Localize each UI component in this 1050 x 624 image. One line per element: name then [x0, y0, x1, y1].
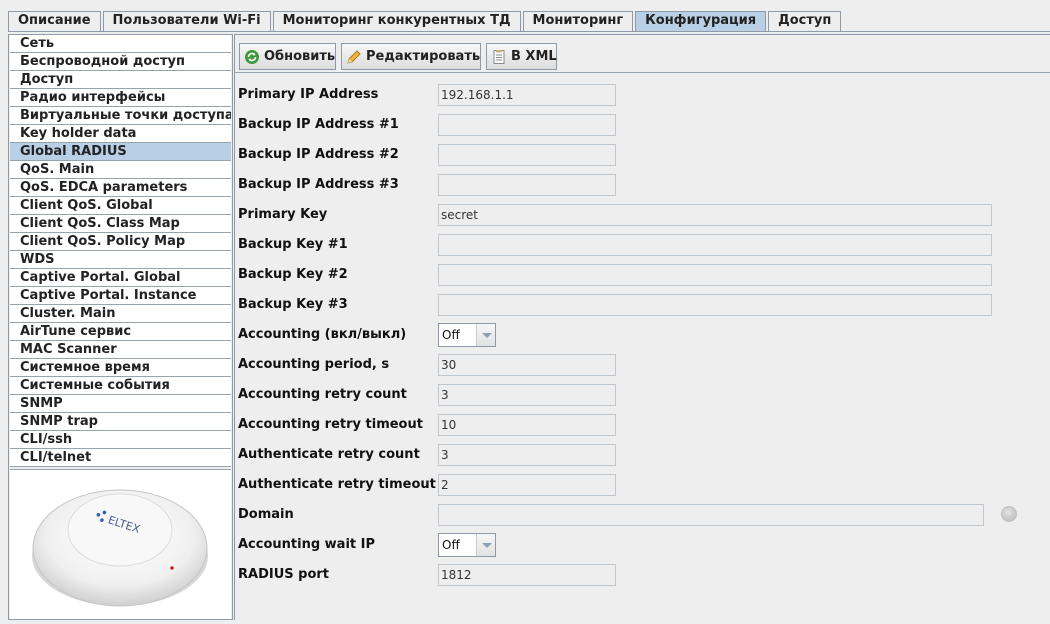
accounting-wait-ip-select[interactable]: Off [438, 533, 496, 557]
tab-wifi-users[interactable]: Пользователи Wi-Fi [102, 11, 271, 31]
sidebar-item-8[interactable]: QoS. EDCA parameters [10, 179, 231, 197]
primary-ip-label: Primary IP Address [238, 87, 379, 102]
sidebar-nav-list: Сеть Беспроводной доступ Доступ Радио интер… [9, 35, 232, 467]
sidebar: Сеть Беспроводной доступ Доступ Радио интер… [8, 34, 233, 620]
backup-key-2-label: Backup Key #2 [238, 267, 348, 282]
accounting-select[interactable]: Off [438, 323, 496, 347]
refresh-button-label: Обновить [264, 49, 336, 64]
sidebar-item-15[interactable]: Cluster. Main [10, 305, 231, 323]
tab-description[interactable]: Описание [8, 11, 101, 31]
sidebar-item-12[interactable]: WDS [10, 251, 231, 269]
sidebar-item-19[interactable]: Системные события [10, 377, 231, 395]
domain-field[interactable] [438, 504, 984, 526]
sidebar-item-9[interactable]: Client QoS. Global [10, 197, 231, 215]
sidebar-item-22[interactable]: CLI/ssh [10, 431, 231, 449]
sidebar-item-5[interactable]: Key holder data [10, 125, 231, 143]
radius-port-field[interactable] [438, 564, 616, 586]
sidebar-item-1[interactable]: Беспроводной доступ [10, 53, 231, 71]
accounting-period-label: Accounting period, s [238, 357, 390, 372]
accounting-retry-count-field[interactable] [438, 384, 616, 406]
sidebar-item-6[interactable]: Global RADIUS [10, 143, 231, 161]
accounting-retry-timeout-field[interactable] [438, 414, 616, 436]
backup-ip-2-label: Backup IP Address #2 [238, 147, 399, 162]
sidebar-item-7[interactable]: QoS. Main [10, 161, 231, 179]
tab-access[interactable]: Доступ [768, 11, 842, 31]
backup-key-3-label: Backup Key #3 [238, 297, 348, 312]
accounting-select-value: Off [442, 328, 460, 342]
backup-ip-2-field[interactable] [438, 144, 616, 166]
refresh-button[interactable]: Обновить [239, 43, 336, 70]
sidebar-item-16[interactable]: AirTune сервис [10, 323, 231, 341]
sidebar-item-4[interactable]: Виртуальные точки доступа [10, 107, 231, 125]
accounting-period-field[interactable] [438, 354, 616, 376]
sidebar-item-0[interactable]: Сеть [10, 35, 231, 53]
backup-ip-1-field[interactable] [438, 114, 616, 136]
authenticate-retry-count-field[interactable] [438, 444, 616, 466]
refresh-icon [244, 49, 260, 65]
domain-label: Domain [238, 507, 294, 522]
sidebar-item-18[interactable]: Системное время [10, 359, 231, 377]
backup-key-3-field[interactable] [438, 294, 992, 316]
sidebar-item-21[interactable]: SNMP trap [10, 413, 231, 431]
chevron-down-icon[interactable] [476, 324, 495, 346]
radius-port-label: RADIUS port [238, 567, 330, 582]
backup-ip-3-label: Backup IP Address #3 [238, 177, 399, 192]
export-xml-button-label: В XML [511, 49, 557, 64]
backup-ip-1-label: Backup IP Address #1 [238, 117, 399, 132]
tab-competitor-monitoring[interactable]: Мониторинг конкурентных ТД [272, 11, 521, 31]
edit-button[interactable]: Редактировать [341, 43, 481, 70]
accounting-wait-ip-label: Accounting wait IP [238, 537, 376, 552]
accounting-label: Accounting (вкл/выкл) [238, 327, 407, 342]
authenticate-retry-timeout-field[interactable] [438, 474, 616, 496]
sidebar-item-23[interactable]: CLI/telnet [10, 449, 231, 467]
device-image: ELTEX [10, 469, 231, 619]
tab-bar: Описание Пользователи Wi-Fi Мониторинг к… [8, 11, 843, 31]
primary-key-field[interactable] [438, 204, 992, 226]
authenticate-retry-timeout-label: Authenticate retry timeout [238, 477, 436, 492]
sidebar-item-10[interactable]: Client QoS. Class Map [10, 215, 231, 233]
sidebar-item-11[interactable]: Client QoS. Policy Map [10, 233, 231, 251]
accounting-retry-count-label: Accounting retry count [238, 387, 407, 402]
backup-key-1-field[interactable] [438, 234, 992, 256]
chevron-down-icon[interactable] [476, 534, 495, 556]
sidebar-item-20[interactable]: SNMP [10, 395, 231, 413]
tab-configuration[interactable]: Конфигурация [635, 11, 767, 31]
accounting-wait-ip-select-value: Off [442, 538, 460, 552]
access-point-illustration: ELTEX [32, 489, 208, 607]
domain-action-icon[interactable] [1001, 506, 1017, 522]
authenticate-retry-count-label: Authenticate retry count [238, 447, 420, 462]
sidebar-item-17[interactable]: MAC Scanner [10, 341, 231, 359]
toolbar: Обновить Редактировать В XML [235, 35, 1050, 73]
pencil-icon [346, 49, 362, 65]
export-xml-button[interactable]: В XML [486, 43, 557, 70]
backup-key-2-field[interactable] [438, 264, 992, 286]
main-panel: Обновить Редактировать В XML Primary IP … [234, 34, 1050, 620]
tab-divider [8, 31, 1050, 32]
sidebar-item-13[interactable]: Captive Portal. Global [10, 269, 231, 287]
sidebar-item-14[interactable]: Captive Portal. Instance [10, 287, 231, 305]
accounting-retry-timeout-label: Accounting retry timeout [238, 417, 423, 432]
edit-button-label: Редактировать [366, 49, 481, 64]
tab-monitoring[interactable]: Мониторинг [522, 11, 634, 31]
backup-ip-3-field[interactable] [438, 174, 616, 196]
primary-ip-field[interactable] [438, 84, 616, 106]
sidebar-item-3[interactable]: Радио интерфейсы [10, 89, 231, 107]
document-icon [491, 49, 507, 65]
backup-key-1-label: Backup Key #1 [238, 237, 348, 252]
sidebar-item-2[interactable]: Доступ [10, 71, 231, 89]
primary-key-label: Primary Key [238, 207, 328, 222]
